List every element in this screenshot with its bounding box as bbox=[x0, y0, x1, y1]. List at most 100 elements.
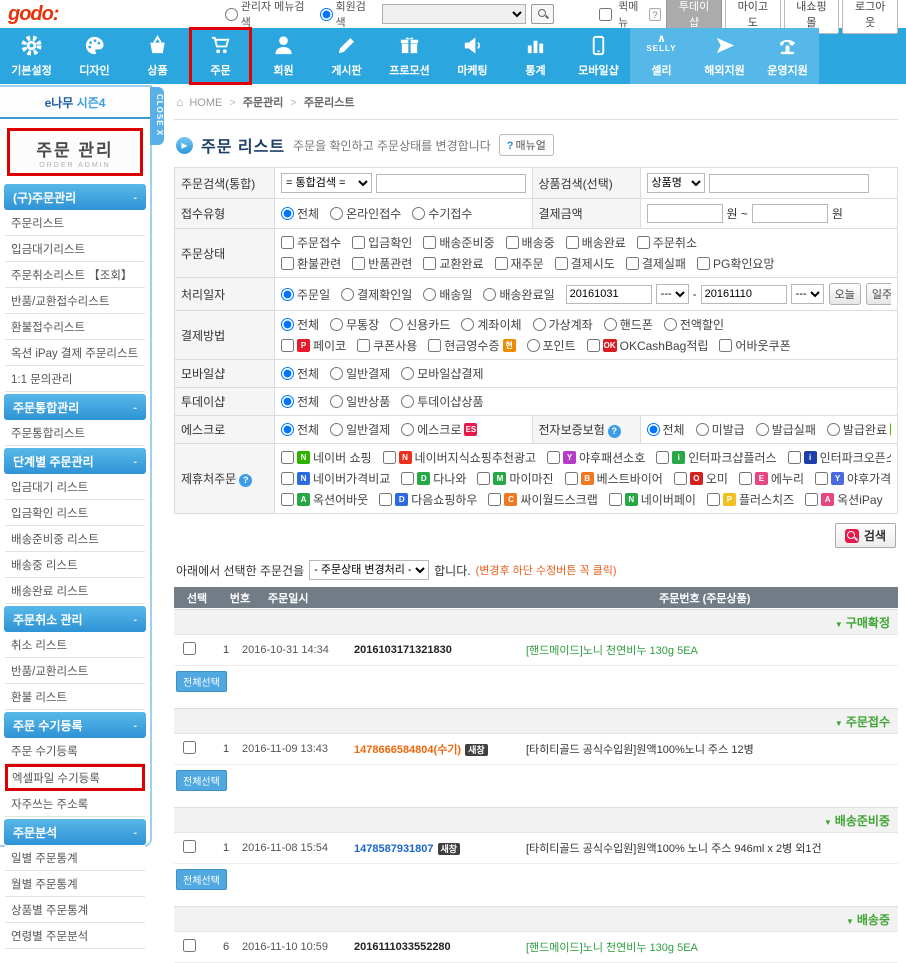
checkbox-결제시도[interactable]: 결제시도 bbox=[555, 255, 615, 272]
help-icon[interactable]: ? bbox=[239, 474, 252, 487]
checkbox-배송중[interactable]: 배송중 bbox=[506, 234, 555, 251]
sidebar-item-입금대기리스트[interactable]: 입금대기리스트 bbox=[5, 236, 145, 262]
radio-input[interactable] bbox=[281, 395, 294, 408]
radio-계좌이체[interactable]: 계좌이체 bbox=[461, 316, 521, 333]
row-checkbox[interactable] bbox=[183, 741, 196, 754]
sidebar-item-주문리스트[interactable]: 주문리스트 bbox=[5, 210, 145, 236]
radio-input[interactable] bbox=[604, 318, 617, 331]
quick-menu-option[interactable]: 퀵메뉴 ? bbox=[595, 0, 661, 30]
admin-menu-search-radio[interactable] bbox=[225, 8, 238, 21]
sidebar-item-일별 주문통계[interactable]: 일별 주문통계 bbox=[5, 845, 145, 871]
radio-일반결제[interactable]: 일반결제 bbox=[330, 421, 390, 438]
radio-전체[interactable]: 전체 bbox=[281, 393, 319, 410]
member-search-radio-option[interactable]: 회원검색 bbox=[320, 0, 374, 30]
admin-menu-search-radio-option[interactable]: 관리자 메뉴검색 bbox=[225, 0, 311, 30]
form-text-input[interactable] bbox=[701, 285, 787, 304]
checkbox-마이마진[interactable]: M마이마진 bbox=[477, 470, 553, 487]
radio-input[interactable] bbox=[756, 423, 769, 436]
radio-전체[interactable]: 전체 bbox=[281, 205, 319, 222]
checkbox-input[interactable] bbox=[587, 339, 600, 352]
sidebar-item-상품별 주문통계[interactable]: 상품별 주문통계 bbox=[5, 897, 145, 923]
search-submit-button[interactable]: 검색 bbox=[835, 523, 896, 548]
radio-input[interactable] bbox=[412, 207, 425, 220]
sidebar-section-주문취소 관리[interactable]: 주문취소 관리- bbox=[4, 606, 146, 632]
sidebar-item-자주쓰는 주소록[interactable]: 자주쓰는 주소록 bbox=[5, 791, 145, 817]
radio-input[interactable] bbox=[281, 207, 294, 220]
nav-item-stats[interactable]: 통계 bbox=[504, 28, 567, 84]
checkbox-에누리[interactable]: E에누리 bbox=[739, 470, 804, 487]
checkbox-input[interactable] bbox=[281, 472, 294, 485]
radio-input[interactable] bbox=[281, 423, 294, 436]
group-status-toggle[interactable]: ▼배송중 bbox=[846, 911, 890, 928]
checkbox-input[interactable] bbox=[488, 493, 501, 506]
collapse-icon[interactable]: - bbox=[133, 827, 137, 839]
nav-item-selly[interactable]: ∧SELLY셀리 bbox=[630, 28, 693, 84]
checkbox-input[interactable] bbox=[357, 339, 370, 352]
radio-input[interactable] bbox=[664, 318, 677, 331]
checkbox-네이버지식쇼핑추천광고[interactable]: N네이버지식쇼핑추천광고 bbox=[383, 449, 536, 466]
checkbox-input[interactable] bbox=[495, 257, 508, 270]
checkbox-input[interactable] bbox=[379, 493, 392, 506]
radio-수기접수[interactable]: 수기접수 bbox=[412, 205, 472, 222]
checkbox-옥션어바웃[interactable]: A옥션어바웃 bbox=[281, 491, 368, 508]
radio-input[interactable] bbox=[647, 423, 660, 436]
row-product-name[interactable]: [핸드메이드]노니 천연비누 130g 5EA bbox=[526, 939, 898, 955]
checkbox-input[interactable] bbox=[423, 236, 436, 249]
checkbox-input[interactable] bbox=[383, 451, 396, 464]
radio-input[interactable] bbox=[527, 339, 540, 352]
form-select[interactable]: 상품명 bbox=[647, 173, 705, 193]
checkbox-환불관련[interactable]: 환불관련 bbox=[281, 255, 341, 272]
select-all-button[interactable]: 전체선택 bbox=[176, 869, 227, 890]
radio-input[interactable] bbox=[330, 395, 343, 408]
radio-input[interactable] bbox=[401, 367, 414, 380]
radio-전체[interactable]: 전체 bbox=[281, 421, 319, 438]
checkbox-input[interactable] bbox=[805, 493, 818, 506]
radio-input[interactable] bbox=[341, 288, 354, 301]
checkbox-input[interactable] bbox=[506, 236, 519, 249]
radio-input[interactable] bbox=[281, 367, 294, 380]
checkbox-input[interactable] bbox=[697, 257, 710, 270]
collapse-icon[interactable]: - bbox=[133, 614, 137, 626]
row-checkbox[interactable] bbox=[183, 642, 196, 655]
checkbox-다나와[interactable]: D다나와 bbox=[401, 470, 466, 487]
checkbox-결제실패[interactable]: 결제실패 bbox=[626, 255, 686, 272]
sidebar-item-입금확인 리스트[interactable]: 입금확인 리스트 bbox=[5, 500, 145, 526]
sidebar-item-취소 리스트[interactable]: 취소 리스트 bbox=[5, 632, 145, 658]
top-button-로그아웃[interactable]: 로그아웃 bbox=[842, 0, 898, 34]
radio-input[interactable] bbox=[330, 318, 343, 331]
collapse-icon[interactable]: - bbox=[133, 192, 137, 204]
nav-item-settings[interactable]: 기본설정 bbox=[0, 28, 63, 84]
sidebar-section-(구)주문관리[interactable]: (구)주문관리- bbox=[4, 184, 146, 210]
sidebar-section-주문 수기등록[interactable]: 주문 수기등록- bbox=[4, 712, 146, 738]
checkbox-input[interactable] bbox=[352, 236, 365, 249]
sidebar-item-엑셀파일 수기등록[interactable]: 엑셀파일 수기등록 bbox=[5, 764, 145, 791]
select-all-button[interactable]: 전체선택 bbox=[176, 671, 227, 692]
help-icon[interactable]: ? bbox=[649, 8, 661, 21]
form-select[interactable]: = 통합검색 = bbox=[281, 173, 372, 193]
radio-무통장[interactable]: 무통장 bbox=[330, 316, 379, 333]
checkbox-플러스치즈[interactable]: P플러스치즈 bbox=[707, 491, 794, 508]
checkbox-배송완료[interactable]: 배송완료 bbox=[566, 234, 626, 251]
row-order-number[interactable]: 2016111033552280 bbox=[354, 941, 526, 953]
nav-item-overseas[interactable]: 해외지원 bbox=[693, 28, 756, 84]
breadcrumb-section[interactable]: 주문관리 bbox=[243, 97, 283, 109]
row-order-number[interactable]: 1478666584804(수기)새창 bbox=[354, 741, 526, 757]
checkbox-베스트바이어[interactable]: B베스트바이어 bbox=[565, 470, 663, 487]
radio-일반상품[interactable]: 일반상품 bbox=[330, 393, 390, 410]
radio-결제확인일[interactable]: 결제확인일 bbox=[341, 286, 412, 303]
radio-input[interactable] bbox=[390, 318, 403, 331]
row-product-name[interactable]: [타히티골드 공식수입원]원액100% 노니 주스 946ml x 2병 외1건 bbox=[526, 840, 898, 856]
nav-item-promotion[interactable]: 프로모션 bbox=[378, 28, 441, 84]
checkbox-페이코[interactable]: P페이코 bbox=[281, 337, 346, 354]
checkbox-현금영수증[interactable]: 현금영수증현 bbox=[428, 337, 515, 354]
top-search-button[interactable] bbox=[531, 4, 555, 24]
checkbox-옥션iPay[interactable]: A옥션iPay bbox=[805, 491, 882, 508]
row-product-name[interactable]: [타히티골드 공식수입원]원액100%노니 주스 12병 bbox=[526, 741, 898, 757]
row-checkbox[interactable] bbox=[183, 939, 196, 952]
checkbox-input[interactable] bbox=[739, 472, 752, 485]
checkbox-주문취소[interactable]: 주문취소 bbox=[637, 234, 697, 251]
checkbox-인터파크샵플러스[interactable]: i인터파크샵플러스 bbox=[656, 449, 776, 466]
form-text-input[interactable] bbox=[709, 174, 869, 193]
checkbox-input[interactable] bbox=[566, 236, 579, 249]
nav-item-mobile[interactable]: 모바일샵 bbox=[567, 28, 630, 84]
